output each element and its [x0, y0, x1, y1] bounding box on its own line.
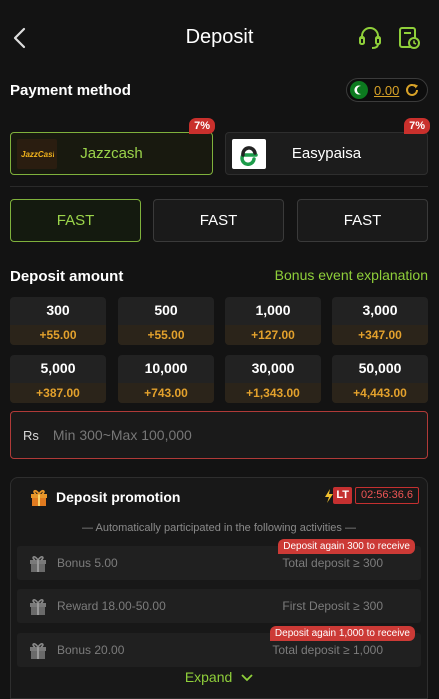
amount-value: 300 [46, 302, 70, 318]
amount-value: 5,000 [40, 360, 76, 376]
amount-option[interactable]: 10,000 +743.00 [118, 355, 214, 403]
amount-bonus: +55.00 [118, 325, 214, 345]
amount-value: 1,000 [255, 302, 291, 318]
method-name: Jazzcash [80, 145, 143, 162]
deposit-promotion-panel: Deposit promotion LT 02:56:36.6 — Automa… [10, 477, 428, 699]
header-bar: Deposit [0, 0, 439, 76]
bonus-percent-badge: 7% [189, 118, 215, 134]
gift-box-icon [30, 599, 46, 615]
amount-option[interactable]: 50,000 +4,443.00 [332, 355, 428, 403]
amount-option[interactable]: 3,000 +347.00 [332, 297, 428, 345]
promotion-header: Deposit promotion [29, 487, 180, 507]
activity-condition: Total deposit ≥ 1,000 [272, 643, 383, 657]
lightning-icon [325, 488, 334, 503]
balance-pill: 0.00 [346, 78, 428, 102]
amount-bonus: +4,443.00 [332, 383, 428, 403]
amount-bonus: +387.00 [10, 383, 106, 403]
promotion-title: Deposit promotion [56, 489, 181, 505]
amount-value: 3,000 [362, 302, 398, 318]
activity-condition: Total deposit ≥ 300 [282, 556, 383, 570]
channel-fast-1[interactable]: FAST [10, 199, 141, 242]
amount-bonus: +743.00 [118, 383, 214, 403]
activity-receive-badge: Deposit again 300 to receive [278, 539, 415, 554]
expand-button[interactable]: Expand [0, 669, 439, 685]
countdown-time: 02:56:36.6 [355, 487, 419, 504]
amount-option[interactable]: 1,000 +127.00 [225, 297, 321, 345]
promotion-timer: LT 02:56:36.6 [325, 487, 419, 504]
payment-method-title: Payment method [10, 82, 131, 99]
amount-bonus: +1,343.00 [225, 383, 321, 403]
bonus-event-link[interactable]: Bonus event explanation [275, 267, 428, 283]
gift-icon [31, 489, 47, 506]
headset-icon[interactable] [357, 24, 383, 52]
amount-bonus: +127.00 [225, 325, 321, 345]
amount-value: 50,000 [358, 360, 402, 376]
refresh-icon[interactable] [404, 82, 420, 98]
amount-option[interactable]: 500 +55.00 [118, 297, 214, 345]
lt-label: LT [333, 487, 352, 504]
amount-value: 500 [154, 302, 178, 318]
currency-label: Rs [23, 427, 39, 443]
channel-fast-3[interactable]: FAST [297, 199, 428, 242]
deposit-amount-title: Deposit amount [10, 268, 124, 285]
promo-activity[interactable]: Bonus 5.00 Total deposit ≥ 300 Deposit a… [17, 539, 421, 580]
activity-label: Bonus 20.00 [57, 643, 125, 657]
channel-fast-2[interactable]: FAST [153, 199, 284, 242]
activity-condition: First Deposit ≥ 300 [282, 599, 383, 613]
amount-bonus: +55.00 [10, 325, 106, 345]
gift-box-icon [30, 556, 46, 572]
amount-option[interactable]: 30,000 +1,343.00 [225, 355, 321, 403]
amount-value: 10,000 [144, 360, 188, 376]
activity-receive-badge: Deposit again 1,000 to receive [269, 626, 415, 641]
amount-bonus: +347.00 [332, 325, 428, 345]
activity-label: Bonus 5.00 [57, 556, 118, 570]
amount-input[interactable] [52, 427, 427, 443]
method-name: Easypaisa [291, 145, 362, 162]
promo-activity[interactable]: Bonus 20.00 Total deposit ≥ 1,000 Deposi… [17, 626, 421, 667]
amount-option[interactable]: 300 +55.00 [10, 297, 106, 345]
balance-value: 0.00 [374, 82, 400, 98]
currency-logo-icon [350, 81, 368, 99]
amount-value: 30,000 [251, 360, 295, 376]
auto-participate-note: — Automatically participated in the foll… [82, 522, 356, 534]
activity-label: Reward 18.00-50.00 [57, 599, 166, 613]
gift-box-icon [30, 643, 46, 659]
payment-method-easypaisa[interactable]: Easypaisa 7% [225, 118, 430, 175]
payment-method-jazzcash[interactable]: JazzCash Jazzcash 7% [10, 118, 215, 175]
promo-activity[interactable]: Reward 18.00-50.00 First Deposit ≥ 300 [17, 589, 421, 623]
expand-label: Expand [184, 669, 233, 685]
deposit-history-icon[interactable] [396, 24, 422, 52]
amount-input-field[interactable]: Rs [10, 411, 428, 459]
chevron-down-icon [241, 674, 253, 682]
bonus-percent-badge: 7% [404, 118, 430, 134]
amount-option[interactable]: 5,000 +387.00 [10, 355, 106, 403]
divider [10, 186, 428, 187]
